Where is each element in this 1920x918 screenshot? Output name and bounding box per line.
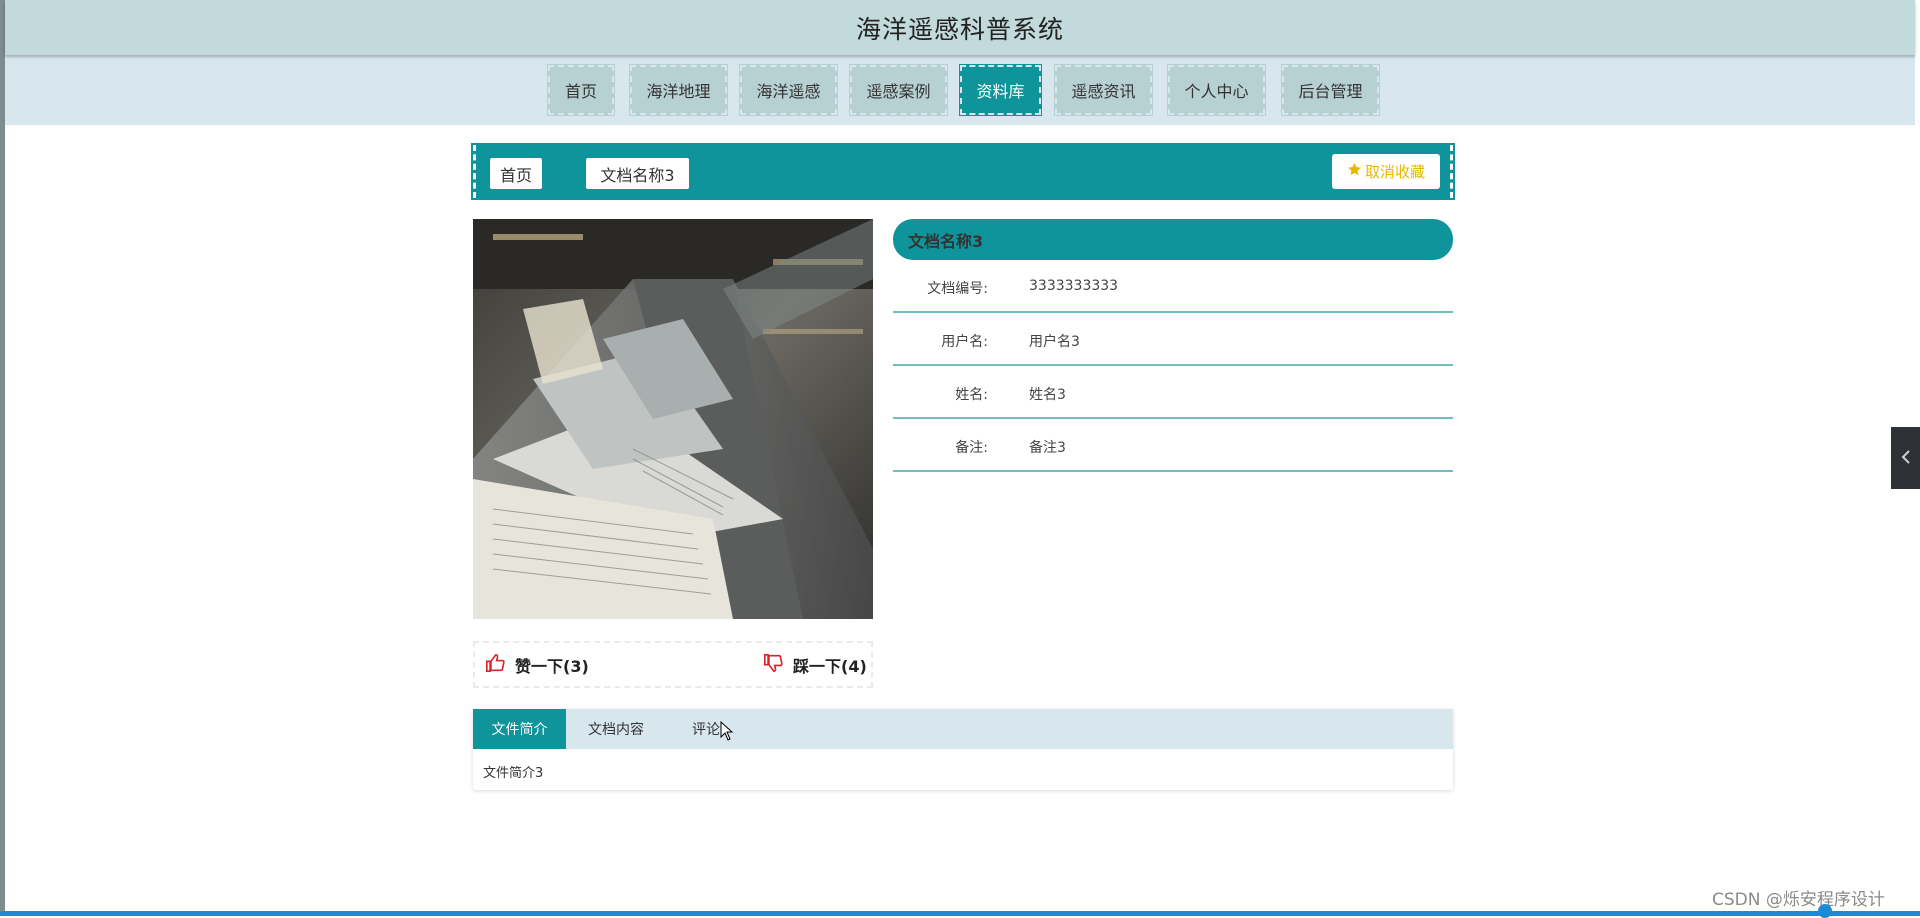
info-row-username: 用户名: 用户名3 bbox=[893, 313, 1453, 366]
thumbs-down-icon bbox=[763, 654, 783, 676]
like-label: 赞一下(3) bbox=[515, 657, 589, 676]
dislike-button[interactable]: 踩一下(4) bbox=[763, 653, 867, 677]
main-nav: 首页 海洋地理 海洋遥感 遥感案例 资料库 遥感资讯 个人中心 后台管理 bbox=[5, 55, 1915, 125]
chevron-left-icon bbox=[1901, 449, 1911, 468]
bottom-progress-bar bbox=[0, 911, 1920, 916]
tabs-header: 文件简介 文档内容 评论 bbox=[473, 709, 1453, 749]
info-value: 姓名3 bbox=[1029, 387, 1066, 403]
tab-doc-content[interactable]: 文档内容 bbox=[566, 709, 666, 749]
unfavorite-label: 取消收藏 bbox=[1364, 163, 1425, 181]
breadcrumb-home[interactable]: 首页 bbox=[490, 158, 542, 189]
info-label: 用户名: bbox=[941, 334, 988, 350]
nav-item-ocean-remote-sensing[interactable]: 海洋遥感 bbox=[739, 64, 838, 116]
side-panel-toggle[interactable] bbox=[1891, 427, 1920, 489]
breadcrumb: 首页 文档名称3 取消收藏 bbox=[471, 143, 1455, 200]
nav-item-home[interactable]: 首页 bbox=[547, 64, 615, 116]
breadcrumb-current: 文档名称3 bbox=[586, 158, 689, 189]
detail-title: 文档名称3 bbox=[893, 219, 1453, 260]
tabs-panel: 文件简介 文档内容 评论 文件简介3 bbox=[473, 709, 1453, 790]
nav-item-admin[interactable]: 后台管理 bbox=[1281, 64, 1380, 116]
info-value: 3333333333 bbox=[1029, 278, 1119, 294]
site-header: 海洋遥感科普系统 bbox=[5, 0, 1915, 55]
like-button[interactable]: 赞一下(3) bbox=[485, 653, 589, 677]
nav-item-remote-sensing-news[interactable]: 遥感资讯 bbox=[1054, 64, 1153, 116]
site-title: 海洋遥感科普系统 bbox=[855, 14, 1064, 44]
tab-content: 文件简介3 bbox=[483, 766, 544, 781]
watermark: CSDN @烁安程序设计 bbox=[1712, 890, 1885, 910]
nav-item-library[interactable]: 资料库 bbox=[959, 64, 1042, 116]
star-icon bbox=[1347, 162, 1362, 181]
dislike-label: 踩一下(4) bbox=[793, 657, 867, 676]
info-label: 文档编号: bbox=[927, 281, 988, 297]
nav-item-personal-center[interactable]: 个人中心 bbox=[1167, 64, 1266, 116]
unfavorite-button[interactable]: 取消收藏 bbox=[1332, 154, 1440, 189]
vote-box: 赞一下(3) 踩一下(4) bbox=[473, 641, 873, 688]
info-label: 姓名: bbox=[955, 387, 988, 403]
window-edge bbox=[0, 0, 5, 916]
tab-file-intro[interactable]: 文件简介 bbox=[473, 709, 566, 749]
tab-comments[interactable]: 评论 bbox=[666, 709, 746, 749]
info-value: 备注3 bbox=[1029, 440, 1066, 456]
mouse-cursor-icon bbox=[720, 720, 734, 741]
info-label: 备注: bbox=[955, 440, 988, 456]
info-row-doc-number: 文档编号: 3333333333 bbox=[893, 260, 1453, 313]
info-row-remark: 备注: 备注3 bbox=[893, 419, 1453, 472]
nav-item-ocean-geography[interactable]: 海洋地理 bbox=[629, 64, 728, 116]
info-value: 用户名3 bbox=[1029, 334, 1080, 350]
info-row-name: 姓名: 姓名3 bbox=[893, 366, 1453, 419]
nav-item-remote-sensing-cases[interactable]: 遥感案例 bbox=[849, 64, 948, 116]
page: 海洋遥感科普系统 首页 海洋地理 海洋遥感 遥感案例 资料库 遥感资讯 个人中心… bbox=[0, 0, 1920, 918]
document-image bbox=[473, 219, 873, 619]
thumbs-up-icon bbox=[485, 653, 505, 676]
